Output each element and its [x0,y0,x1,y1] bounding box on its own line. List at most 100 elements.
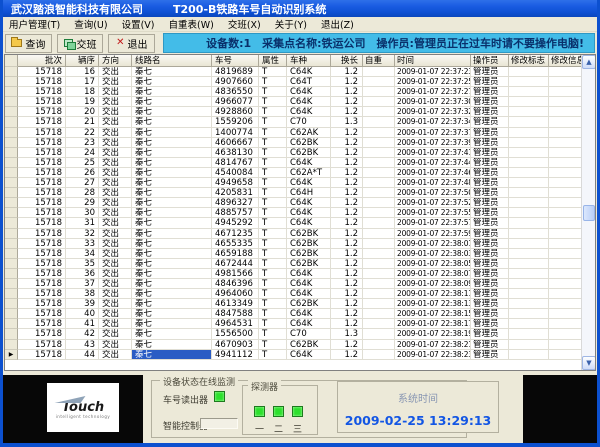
cell[interactable] [363,107,395,117]
cell[interactable]: 2009-01-07 22:38:11 [395,289,471,299]
cell[interactable]: 秦七 [132,128,212,138]
cell[interactable]: 1.2 [331,128,363,138]
cell[interactable] [509,329,549,339]
cell[interactable]: 秦七 [132,178,212,188]
row-selector[interactable] [5,138,18,148]
row-selector[interactable] [5,269,18,279]
cell[interactable]: 43 [66,340,99,350]
cell[interactable] [549,309,581,319]
cell[interactable]: 4966077 [212,97,259,107]
cell[interactable]: 15718 [18,239,66,249]
row-selector[interactable]: ▶ [5,350,18,360]
cell[interactable] [549,269,581,279]
row-selector[interactable] [5,340,18,350]
cell[interactable]: 2009-01-07 22:38:17 [395,319,471,329]
cell[interactable]: T [259,299,287,309]
cell[interactable]: 20 [66,107,99,117]
cell[interactable]: 15718 [18,208,66,218]
cell[interactable]: C64K [287,158,331,168]
cell[interactable]: 交出 [99,309,132,319]
cell[interactable]: 管理员 [471,138,509,148]
cell[interactable] [549,148,581,158]
cell[interactable]: C64K [287,178,331,188]
cell[interactable] [509,77,549,87]
cell[interactable]: 管理员 [471,259,509,269]
cell[interactable]: 4659188 [212,249,259,259]
cell[interactable]: T [259,289,287,299]
cell[interactable] [509,279,549,289]
cell[interactable]: 2009-01-07 22:37:32 [395,107,471,117]
menu-item-2[interactable]: 设置(V) [122,17,155,31]
cell[interactable]: 1.2 [331,289,363,299]
cell[interactable] [363,299,395,309]
cell[interactable] [509,97,549,107]
cell[interactable] [363,319,395,329]
cell[interactable]: 交出 [99,148,132,158]
cell[interactable]: 秦七 [132,97,212,107]
cell[interactable]: 交出 [99,269,132,279]
cell[interactable] [363,67,395,77]
cell[interactable]: 交出 [99,350,132,360]
row-selector[interactable] [5,249,18,259]
cell[interactable]: C70 [287,329,331,339]
cell[interactable]: T [259,208,287,218]
column-header[interactable]: 自重 [363,55,395,67]
cell[interactable]: T [259,259,287,269]
cell[interactable]: 15718 [18,329,66,339]
cell[interactable] [509,208,549,218]
cell[interactable] [363,138,395,148]
cell[interactable] [363,117,395,127]
cell[interactable] [549,128,581,138]
cell[interactable]: 交出 [99,168,132,178]
cell[interactable]: 1.2 [331,229,363,239]
cell[interactable]: 23 [66,138,99,148]
cell[interactable] [549,249,581,259]
cell[interactable]: 2009-01-07 22:38:07 [395,269,471,279]
cell[interactable]: T [259,117,287,127]
cell[interactable]: 38 [66,289,99,299]
cell[interactable]: 4941112 [212,350,259,360]
cell[interactable]: 管理员 [471,77,509,87]
table-row[interactable]: 1571816交出秦七4819689TC64K1.22009-01-07 22:… [5,67,581,77]
cell[interactable]: 管理员 [471,309,509,319]
table-row[interactable]: 1571841交出秦七4964531TC64K1.22009-01-07 22:… [5,319,581,329]
cell[interactable]: 4814767 [212,158,259,168]
cell[interactable]: 秦七 [132,198,212,208]
cell[interactable] [549,279,581,289]
cell[interactable]: 2009-01-07 22:37:48 [395,178,471,188]
cell[interactable]: 2009-01-07 22:37:52 [395,198,471,208]
table-row[interactable]: ▶1571844交出秦七4941112TC64K1.22009-01-07 22… [5,350,581,360]
cell[interactable] [549,117,581,127]
cell[interactable] [509,168,549,178]
cell[interactable]: C62BK [287,259,331,269]
cell[interactable] [509,289,549,299]
cell[interactable]: 秦七 [132,87,212,97]
row-selector[interactable] [5,239,18,249]
cell[interactable]: 管理员 [471,128,509,138]
cell[interactable] [549,218,581,228]
cell[interactable]: 1.2 [331,67,363,77]
cell[interactable]: 4836550 [212,87,259,97]
cell[interactable]: 交出 [99,249,132,259]
cell[interactable]: 管理员 [471,249,509,259]
cell[interactable]: 15718 [18,117,66,127]
cell[interactable]: 1559206 [212,117,259,127]
table-row[interactable]: 1571827交出秦七4949658TC64K1.22009-01-07 22:… [5,178,581,188]
scroll-down-button[interactable]: ▼ [582,356,596,370]
cell[interactable] [549,229,581,239]
cell[interactable]: T [259,138,287,148]
cell[interactable]: 管理员 [471,329,509,339]
cell[interactable]: C70 [287,117,331,127]
row-selector[interactable] [5,168,18,178]
cell[interactable]: 1.2 [331,319,363,329]
cell[interactable]: 管理员 [471,269,509,279]
cell[interactable]: 管理员 [471,148,509,158]
cell[interactable]: 1.2 [331,218,363,228]
cell[interactable]: 秦七 [132,279,212,289]
table-row[interactable]: 1571828交出秦七4205831TC64H1.22009-01-07 22:… [5,188,581,198]
cell[interactable]: C64K [287,269,331,279]
cell[interactable] [363,239,395,249]
cell[interactable]: 4205831 [212,188,259,198]
cell[interactable] [509,249,549,259]
column-header[interactable]: 属性 [259,55,287,67]
